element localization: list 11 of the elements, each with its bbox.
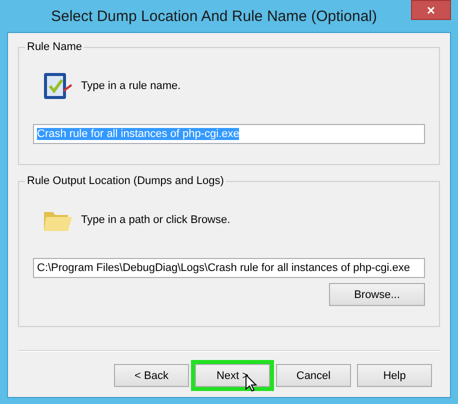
dialog-button[interactable]: Help <box>357 364 432 387</box>
window-title: Select Dump Location And Rule Name (Optional) <box>50 8 377 24</box>
input-field[interactable]: C:\Program Files\DebugDiag\Logs\Crash rule for all instances of php-cgi.exe <box>33 258 425 278</box>
instruction-text: Type in a path or click Browse. <box>81 214 230 226</box>
dialog-button[interactable]: Cancel <box>276 364 351 387</box>
dialog-button[interactable]: < Back <box>114 364 189 387</box>
group-label: Rule Output Location (Dumps and Logs) <box>25 175 226 188</box>
close-button[interactable]: × <box>411 0 451 20</box>
checklist-icon <box>41 70 73 102</box>
browse-button[interactable]: Browse... <box>329 283 425 306</box>
instruction-text: Type in a rule name. <box>81 80 181 92</box>
